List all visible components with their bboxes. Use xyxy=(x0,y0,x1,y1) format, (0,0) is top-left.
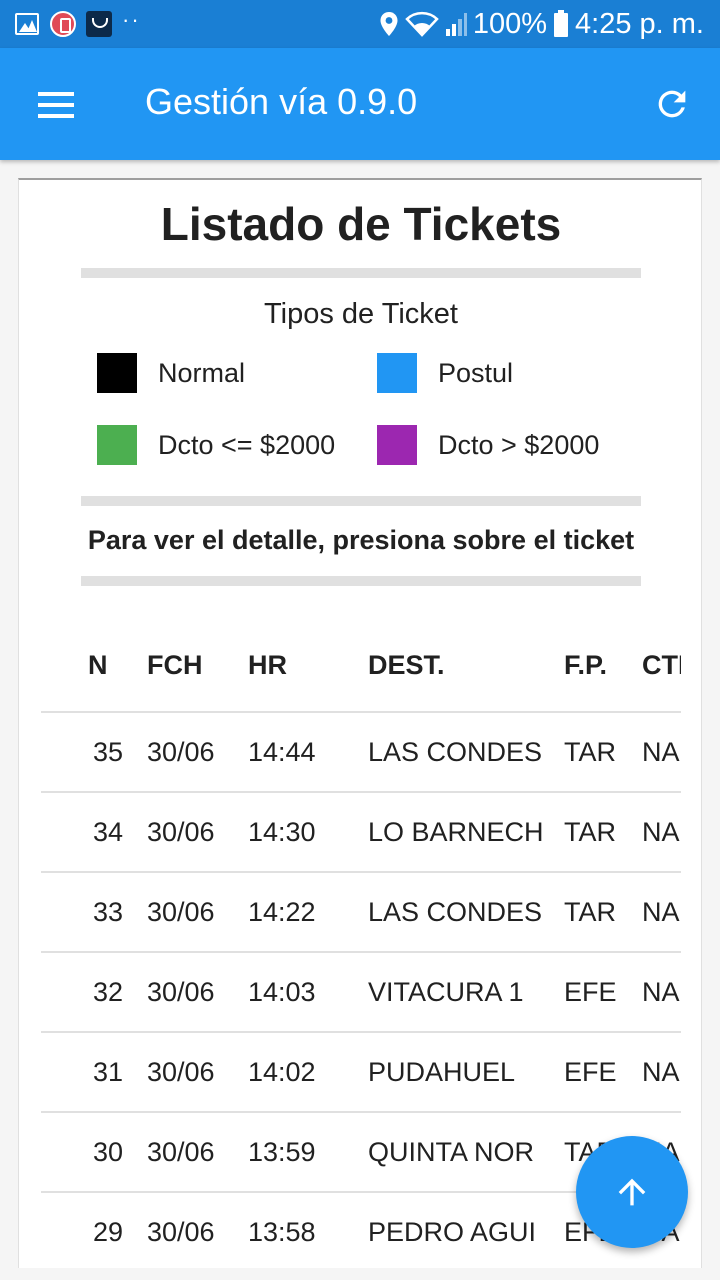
legend-swatch xyxy=(377,353,417,393)
status-system-icons: 100% 4:25 p. m. xyxy=(379,8,704,40)
hamburger-icon[interactable] xyxy=(38,92,74,118)
legend-swatch xyxy=(97,425,137,465)
more-dots-icon: ·· xyxy=(122,7,141,32)
cell-fp: EFE xyxy=(564,1056,617,1087)
page-title: Listado de Tickets xyxy=(160,198,562,250)
table-row[interactable]: 34 30/06 14:30 LO BARNECH TAR NA xyxy=(41,793,681,873)
scroll-top-button[interactable] xyxy=(576,1136,688,1248)
header-dest[interactable]: DEST. xyxy=(368,620,548,711)
cell-dest: VITACURA 1 xyxy=(368,976,524,1007)
cell-fp: TAR xyxy=(564,816,616,847)
table-row[interactable]: 35 30/06 14:44 LAS CONDES TAR NA xyxy=(41,713,681,793)
cell-ct: NA xyxy=(642,736,680,767)
legend-label: Postul xyxy=(438,357,514,388)
cell-n: 34 xyxy=(92,816,123,847)
app-bar: Gestión vía 0.9.0 xyxy=(0,48,720,160)
status-bar: ·· 100% 4:25 p. m. xyxy=(0,0,720,48)
cell-fch: 30/06 xyxy=(147,1136,215,1167)
notification-app-icon xyxy=(50,11,76,37)
cell-ct: NA xyxy=(642,896,680,927)
refresh-button[interactable] xyxy=(652,84,692,124)
table-header-row: N FCH HR DEST. F.P. CTI xyxy=(41,620,681,713)
cell-fch: 30/06 xyxy=(147,1216,215,1247)
refresh-icon xyxy=(658,90,686,118)
ticket-types-title: Tipos de Ticket xyxy=(264,298,458,330)
cell-n: 31 xyxy=(92,1056,123,1087)
cell-fp: TAR xyxy=(564,896,616,927)
cell-hr: 13:58 xyxy=(248,1216,316,1247)
cell-n: 30 xyxy=(92,1136,123,1167)
header-fp[interactable]: F.P. xyxy=(564,620,634,711)
image-icon xyxy=(14,11,40,37)
signal-icon xyxy=(445,13,467,36)
location-icon xyxy=(380,12,398,36)
cell-dest: LO BARNECH xyxy=(368,816,544,847)
instruction-text: Para ver el detalle, presiona sobre el t… xyxy=(87,525,635,555)
cell-fp: TAR xyxy=(564,736,616,767)
divider xyxy=(81,576,641,586)
legend-swatch xyxy=(377,425,417,465)
header-ct[interactable]: CTI xyxy=(642,620,681,711)
header-n[interactable]: N xyxy=(88,620,138,711)
cell-fp: EFE xyxy=(564,976,617,1007)
cell-dest: PUDAHUEL xyxy=(368,1056,516,1087)
cell-dest: LAS CONDES xyxy=(368,736,543,767)
legend-swatch xyxy=(97,353,137,393)
cell-n: 33 xyxy=(92,896,123,927)
cell-hr: 14:02 xyxy=(248,1056,316,1087)
wifi-icon xyxy=(405,11,439,37)
cell-dest: QUINTA NOR xyxy=(368,1136,535,1167)
cell-dest: LAS CONDES xyxy=(368,896,543,927)
table-row[interactable]: 33 30/06 14:22 LAS CONDES TAR NA xyxy=(41,873,681,953)
cell-ct: NA xyxy=(642,816,680,847)
battery-percent: 100% xyxy=(472,7,548,40)
cell-ct: NA xyxy=(642,976,680,1007)
header-hr[interactable]: HR xyxy=(248,620,358,711)
cell-n: 29 xyxy=(92,1216,123,1247)
header-fch[interactable]: FCH xyxy=(147,620,247,711)
cell-fch: 30/06 xyxy=(147,976,215,1007)
cell-hr: 13:59 xyxy=(248,1136,316,1167)
legend-label: Normal xyxy=(158,357,246,388)
cell-hr: 14:30 xyxy=(248,816,316,847)
legend-item-discount-high: Dcto > $2000 xyxy=(377,425,599,465)
legend-item-discount-low: Dcto <= $2000 xyxy=(97,425,335,465)
bag-app-icon xyxy=(86,11,112,37)
cell-hr: 14:44 xyxy=(248,736,316,767)
app-title: Gestión vía 0.9.0 xyxy=(145,81,418,122)
cell-n: 35 xyxy=(92,736,123,767)
cell-ct: NA xyxy=(642,1056,680,1087)
legend-label: Dcto > $2000 xyxy=(438,429,600,460)
divider xyxy=(81,268,641,278)
battery-icon xyxy=(554,10,569,37)
divider xyxy=(81,496,641,506)
cell-hr: 14:03 xyxy=(248,976,316,1007)
cell-hr: 14:22 xyxy=(248,896,316,927)
table-row[interactable]: 32 30/06 14:03 VITACURA 1 EFE NA xyxy=(41,953,681,1033)
legend-item-postul: Postul xyxy=(377,353,513,393)
clock: 4:25 p. m. xyxy=(575,7,704,40)
cell-fch: 30/06 xyxy=(147,896,215,927)
cell-fch: 30/06 xyxy=(147,1056,215,1087)
tickets-card: Listado de Tickets Tipos de Ticket Norma… xyxy=(18,178,702,1268)
cell-fch: 30/06 xyxy=(147,816,215,847)
status-notification-icons: ·· xyxy=(14,7,141,38)
legend-label: Dcto <= $2000 xyxy=(158,429,336,460)
arrow-up-icon xyxy=(618,1178,646,1206)
table-row[interactable]: 31 30/06 14:02 PUDAHUEL EFE NA xyxy=(41,1033,681,1113)
cell-n: 32 xyxy=(92,976,123,1007)
legend-item-normal: Normal xyxy=(97,353,245,393)
cell-fch: 30/06 xyxy=(147,736,215,767)
cell-dest: PEDRO AGUI xyxy=(368,1216,537,1247)
